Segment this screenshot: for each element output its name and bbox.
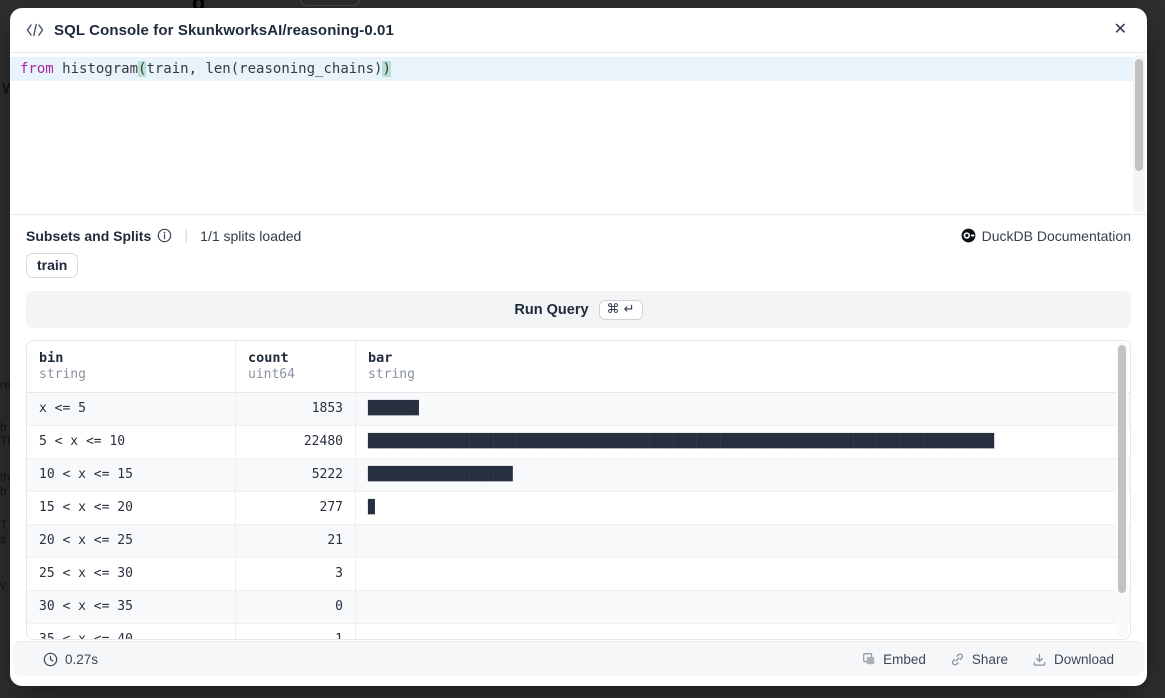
count-cell: 277 [236, 492, 356, 525]
bar-cell [356, 558, 1130, 591]
info-icon[interactable] [157, 228, 172, 243]
embed-label: Embed [883, 652, 926, 667]
sql-editor[interactable]: from histogram(train, len(reasoning_chai… [10, 52, 1147, 215]
column-header-bin[interactable]: bin string [27, 341, 236, 393]
download-button[interactable]: Download [1032, 652, 1114, 667]
bin-cell: 10 < x <= 15 [27, 459, 236, 492]
sql-console-modal: SQL Console for SkunkworksAI/reasoning-0… [10, 8, 1147, 686]
run-query-label: Run Query [514, 302, 588, 318]
column-header-count[interactable]: count uint64 [236, 341, 356, 393]
count-cell: 3 [236, 558, 356, 591]
bin-cell: 5 < x <= 10 [27, 426, 236, 459]
share-button[interactable]: Share [950, 652, 1008, 667]
bin-cell: x <= 5 [27, 393, 236, 426]
backdrop-text-fragment: b [0, 420, 7, 434]
sql-close-bracket: ) [382, 61, 390, 77]
backdrop-text-fragment: v [0, 578, 6, 592]
download-icon [1032, 652, 1047, 667]
table-row: x <= 51853██████▌ [27, 393, 1130, 426]
bar-cell: ████████████████████████████████████████… [356, 426, 1130, 459]
splits-list: train [10, 244, 1147, 278]
editor-scrollbar[interactable] [1133, 55, 1145, 212]
bin-cell: 20 < x <= 25 [27, 525, 236, 558]
clock-icon [43, 652, 58, 667]
link-icon [950, 652, 965, 667]
copy-icon [862, 652, 876, 666]
close-icon[interactable]: ✕ [1110, 18, 1131, 42]
duckdb-logo-icon [961, 228, 976, 243]
share-label: Share [972, 652, 1008, 667]
sql-code-line[interactable]: from histogram(train, len(reasoning_chai… [10, 57, 1133, 81]
run-query-button[interactable]: Run Query ⌘ ↵ [26, 291, 1131, 328]
backdrop-text-fragment: s [0, 532, 6, 546]
count-cell: 0 [236, 591, 356, 624]
table-row: 35 < x <= 401 [27, 624, 1130, 640]
sql-function: histogram [54, 61, 138, 77]
code-icon [26, 23, 44, 37]
bar-cell: ▉ [356, 492, 1130, 525]
duration-value: 0.27s [65, 652, 98, 667]
modal-title: SQL Console for SkunkworksAI/reasoning-0… [54, 22, 394, 39]
count-cell: 21 [236, 525, 356, 558]
download-label: Download [1054, 652, 1114, 667]
sql-keyword: from [20, 61, 54, 77]
table-row: 5 < x <= 1022480████████████████████████… [27, 426, 1130, 459]
results-table: bin string count uint64 bar string x <= … [26, 340, 1131, 640]
count-cell: 5222 [236, 459, 356, 492]
query-duration: 0.27s [43, 652, 98, 667]
count-cell: 1853 [236, 393, 356, 426]
modal-footer: 0.27s Embed Share [13, 641, 1144, 676]
table-scrollbar-thumb[interactable] [1118, 345, 1126, 593]
table-row: 25 < x <= 303 [27, 558, 1130, 591]
subsets-row: Subsets and Splits | 1/1 splits loaded D… [10, 215, 1147, 244]
table-row: 20 < x <= 2521 [27, 525, 1130, 558]
sql-args: train, len(reasoning_chains) [146, 61, 382, 77]
separator: | [184, 227, 188, 244]
backdrop-text-fragment: T [0, 518, 7, 532]
bar-cell: ██████████████████▌ [356, 459, 1130, 492]
bin-cell: 25 < x <= 30 [27, 558, 236, 591]
bar-cell [356, 591, 1130, 624]
bin-cell: 30 < x <= 35 [27, 591, 236, 624]
table-body: x <= 51853██████▌5 < x <= 1022480███████… [27, 393, 1130, 640]
table-row: 15 < x <= 20277▉ [27, 492, 1130, 525]
table-scrollbar[interactable] [1116, 343, 1128, 637]
editor-scrollbar-thumb[interactable] [1135, 59, 1143, 171]
table-row: 30 < x <= 350 [27, 591, 1130, 624]
table-row: 10 < x <= 155222██████████████████▌ [27, 459, 1130, 492]
modal-header: SQL Console for SkunkworksAI/reasoning-0… [10, 8, 1147, 52]
bar-cell [356, 525, 1130, 558]
column-header-bar[interactable]: bar string [356, 341, 1130, 393]
bar-cell [356, 624, 1130, 640]
bin-cell: 35 < x <= 40 [27, 624, 236, 640]
keyboard-shortcut-badge: ⌘ ↵ [599, 300, 643, 320]
subsets-label: Subsets and Splits [26, 228, 151, 244]
backdrop-text-fragment: th [0, 470, 10, 484]
bar-cell: ██████▌ [356, 393, 1130, 426]
embed-button[interactable]: Embed [862, 652, 926, 667]
bin-cell: 15 < x <= 20 [27, 492, 236, 525]
duckdb-documentation-link[interactable]: DuckDB Documentation [961, 228, 1131, 244]
duckdb-documentation-label: DuckDB Documentation [982, 228, 1131, 244]
table-header-row: bin string count uint64 bar string [27, 341, 1130, 393]
backdrop-pill-fragment [300, 0, 360, 6]
count-cell: 1 [236, 624, 356, 640]
footer-actions: Embed Share Download [862, 652, 1114, 667]
count-cell: 22480 [236, 426, 356, 459]
split-badge-train[interactable]: train [26, 253, 78, 278]
backdrop-text-fragment: b [0, 484, 7, 498]
splits-loaded-status: 1/1 splits loaded [200, 228, 301, 244]
